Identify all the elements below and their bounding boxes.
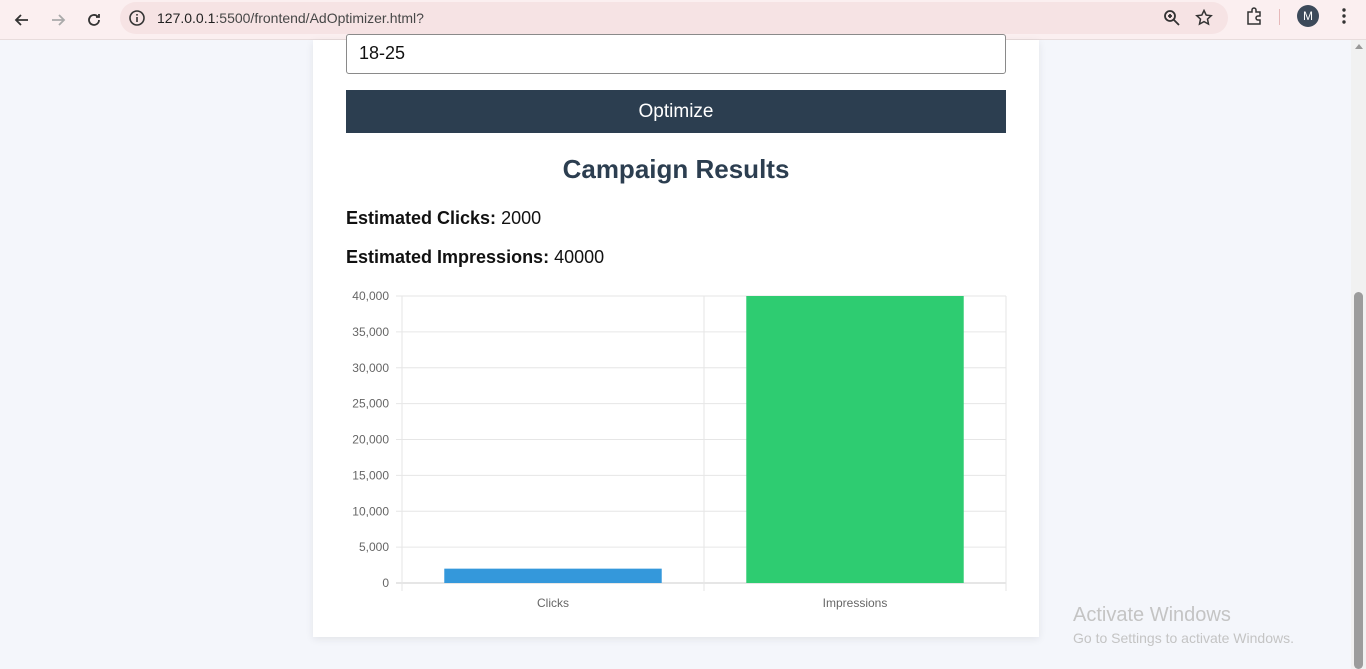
y-tick-label: 25,000	[352, 397, 389, 411]
optimizer-card: 18-25 Optimize Campaign Results Estimate…	[313, 34, 1039, 637]
toolbar-separator	[1279, 9, 1280, 25]
y-tick-label: 10,000	[352, 504, 389, 518]
menu-kebab-icon[interactable]	[1334, 6, 1354, 26]
bar-clicks	[444, 568, 662, 583]
forward-arrow-icon	[52, 14, 66, 26]
zoom-icon[interactable]	[1162, 8, 1182, 28]
back-arrow-icon	[14, 14, 28, 26]
site-info-icon[interactable]	[128, 9, 146, 27]
y-tick-label: 15,000	[352, 468, 389, 482]
activate-windows-subtitle: Go to Settings to activate Windows.	[1073, 630, 1294, 646]
address-bar[interactable]: 127.0.0.1:5500/frontend/AdOptimizer.html…	[120, 2, 1228, 34]
page-scrollbar[interactable]	[1351, 40, 1366, 669]
y-tick-label: 20,000	[352, 433, 389, 447]
x-tick-label: Impressions	[823, 596, 888, 610]
scroll-up-arrow-icon[interactable]	[1355, 44, 1363, 49]
forward-button[interactable]	[42, 4, 74, 36]
y-tick-label: 5,000	[359, 540, 389, 554]
y-tick-label: 35,000	[352, 325, 389, 339]
y-tick-label: 30,000	[352, 361, 389, 375]
back-button[interactable]	[6, 4, 38, 36]
y-tick-label: 40,000	[352, 289, 389, 303]
url-text: 127.0.0.1:5500/frontend/AdOptimizer.html…	[157, 10, 424, 26]
profile-avatar[interactable]: M	[1297, 5, 1319, 27]
reload-icon	[88, 14, 100, 26]
bookmark-star-icon[interactable]	[1194, 8, 1214, 28]
y-tick-label: 0	[382, 576, 389, 590]
extensions-icon[interactable]	[1244, 6, 1264, 26]
scrollbar-thumb[interactable]	[1354, 292, 1363, 669]
activate-windows-title: Activate Windows	[1073, 604, 1231, 626]
reload-button[interactable]	[78, 4, 110, 36]
results-bar-chart: 40,000 35,000 30,000 25,000 20,000 15,000 10,0…	[352, 289, 1007, 610]
bar-impressions	[746, 296, 964, 583]
x-tick-label: Clicks	[537, 596, 569, 610]
